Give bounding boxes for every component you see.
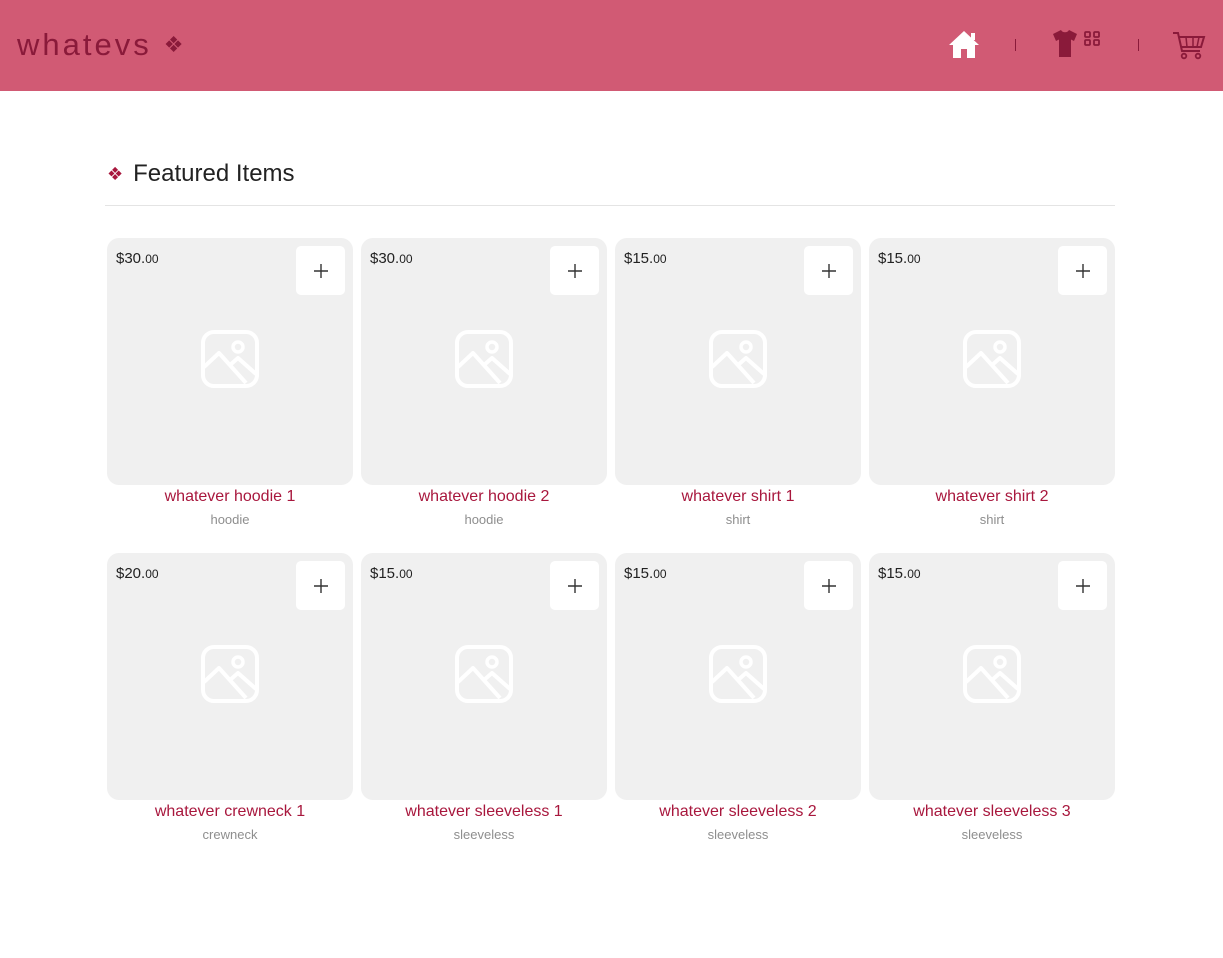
plus-icon [1075,578,1090,593]
product-image-tile[interactable]: $15.00 [615,238,861,485]
product-image-tile[interactable]: $30.00 [361,238,607,485]
product-card[interactable]: $15.00 whatever shirt 1 shirt [615,238,861,528]
product-card[interactable]: $30.00 whatever hoodie 2 hoodie [361,238,607,528]
image-placeholder-icon [963,330,1021,388]
product-image-tile[interactable]: $30.00 [107,238,353,485]
add-to-cart-button[interactable] [1058,246,1107,295]
image-placeholder-icon [455,645,513,703]
image-placeholder-icon [201,645,259,703]
price-cents: 00 [145,567,159,581]
price-cents: 00 [907,252,921,266]
product-price: $15.00 [878,565,921,582]
image-placeholder-icon [709,645,767,703]
product-name[interactable]: whatever shirt 2 [869,488,1115,506]
price-main: $15. [878,250,908,267]
plus-icon [821,578,836,593]
product-name[interactable]: whatever hoodie 1 [107,488,353,506]
price-main: $30. [116,250,146,267]
price-main: $30. [370,250,400,267]
plus-icon [313,263,328,278]
section-heading: ❖ Featured Items [107,160,295,188]
product-image-tile[interactable]: $15.00 [869,553,1115,800]
product-card[interactable]: $15.00 whatever shirt 2 shirt [869,238,1115,528]
product-image-tile[interactable]: $15.00 [869,238,1115,485]
product-name[interactable]: whatever shirt 1 [615,488,861,506]
add-to-cart-button[interactable] [550,561,599,610]
product-image-tile[interactable]: $15.00 [361,553,607,800]
add-to-cart-button[interactable] [804,246,853,295]
nav-separator [1015,39,1016,51]
plus-icon [821,263,836,278]
price-main: $15. [624,250,654,267]
add-to-cart-button[interactable] [550,246,599,295]
price-main: $15. [624,565,654,582]
product-name[interactable]: whatever hoodie 2 [361,488,607,506]
top-navbar: whatevs ❖ [0,0,1223,91]
plus-icon [567,263,582,278]
brand-diamond-icon: ❖ [163,32,184,57]
product-price: $15.00 [624,250,667,267]
product-card[interactable]: $15.00 whatever sleeveless 3 sleeveless [869,553,1115,843]
price-cents: 00 [653,567,667,581]
section-title: Featured Items [133,160,295,187]
product-price: $30.00 [370,250,413,267]
brand-name: whatevs [17,27,152,62]
product-name[interactable]: whatever crewneck 1 [107,803,353,821]
cart-icon[interactable] [1172,30,1206,60]
product-category: shirt [979,512,1005,527]
product-card[interactable]: $15.00 whatever sleeveless 2 sleeveless [615,553,861,843]
price-cents: 00 [907,567,921,581]
add-to-cart-button[interactable] [296,246,345,295]
image-placeholder-icon [455,330,513,388]
add-to-cart-button[interactable] [1058,561,1107,610]
product-card[interactable]: $30.00 whatever hoodie 1 hoodie [107,238,353,528]
home-icon[interactable] [948,29,980,59]
catalog-shirt-grid-icon[interactable] [1051,29,1103,59]
plus-icon [1075,263,1090,278]
product-image-tile[interactable]: $20.00 [107,553,353,800]
price-main: $15. [878,565,908,582]
product-name[interactable]: whatever sleeveless 2 [615,803,861,821]
product-category: sleeveless [453,827,515,842]
product-category: sleeveless [707,827,769,842]
add-to-cart-button[interactable] [296,561,345,610]
price-cents: 00 [145,252,159,266]
product-name[interactable]: whatever sleeveless 1 [361,803,607,821]
product-price: $20.00 [116,565,159,582]
price-cents: 00 [399,567,413,581]
price-cents: 00 [399,252,413,266]
price-main: $15. [370,565,400,582]
product-category: hoodie [210,512,250,527]
product-image-tile[interactable]: $15.00 [615,553,861,800]
nav-separator [1138,39,1139,51]
plus-icon [313,578,328,593]
product-card[interactable]: $15.00 whatever sleeveless 1 sleeveless [361,553,607,843]
product-category: shirt [725,512,751,527]
image-placeholder-icon [201,330,259,388]
product-category: crewneck [202,827,258,842]
product-category: sleeveless [961,827,1023,842]
add-to-cart-button[interactable] [804,561,853,610]
product-card[interactable]: $20.00 whatever crewneck 1 crewneck [107,553,353,843]
product-price: $30.00 [116,250,159,267]
product-category: hoodie [464,512,504,527]
image-placeholder-icon [709,330,767,388]
brand-logo[interactable]: whatevs ❖ [17,27,183,63]
product-price: $15.00 [624,565,667,582]
product-name[interactable]: whatever sleeveless 3 [869,803,1115,821]
price-main: $20. [116,565,146,582]
plus-icon [567,578,582,593]
product-price: $15.00 [878,250,921,267]
section-diamond-icon: ❖ [107,163,124,184]
image-placeholder-icon [963,645,1021,703]
section-divider [105,205,1115,206]
product-price: $15.00 [370,565,413,582]
price-cents: 00 [653,252,667,266]
